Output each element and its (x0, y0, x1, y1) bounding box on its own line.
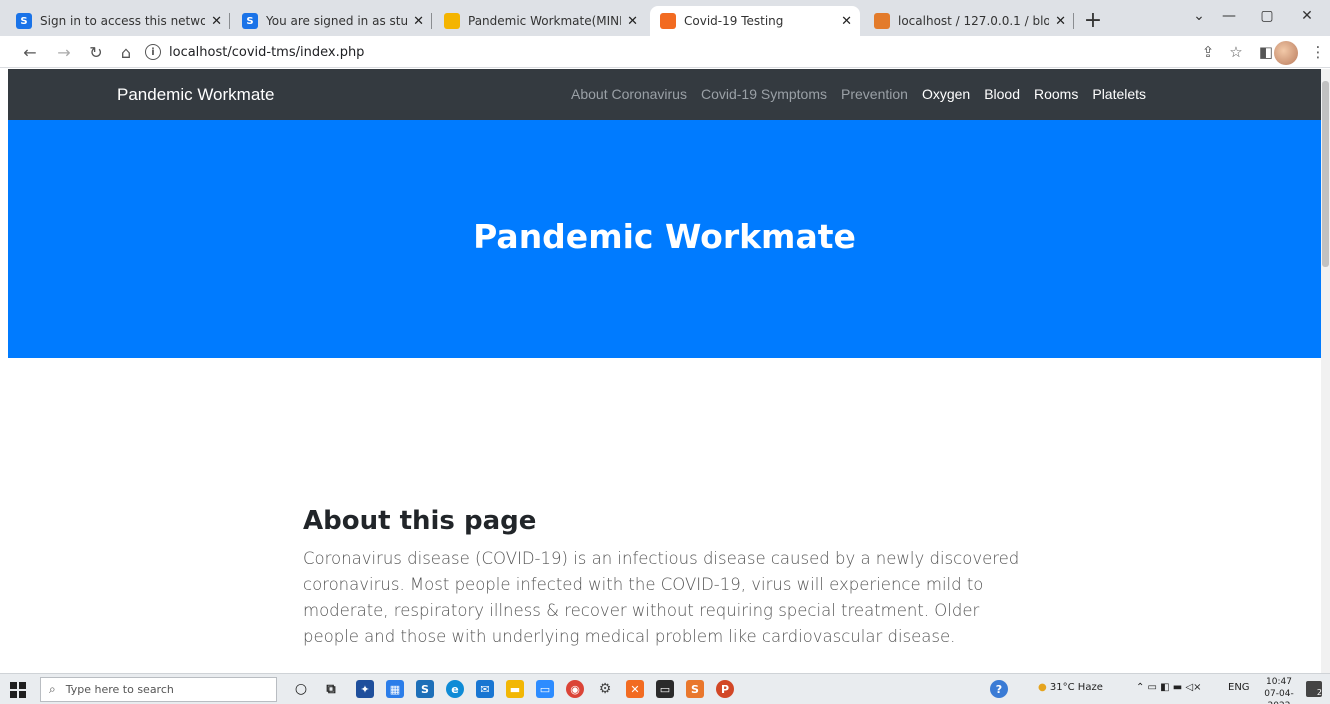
tab-favicon-icon: S (16, 13, 32, 29)
tab-title: You are signed in as student (266, 14, 408, 28)
tab-title: Covid-19 Testing (684, 14, 784, 28)
close-icon[interactable]: ✕ (1055, 14, 1066, 29)
search-placeholder: Type here to search (65, 683, 174, 696)
edge-icon[interactable]: e (446, 680, 464, 698)
weather-widget[interactable]: ● 31°C Haze (1038, 682, 1103, 693)
back-icon[interactable]: ← (18, 40, 42, 64)
slides-favicon-icon (444, 13, 460, 29)
notification-center-icon[interactable]: 2 (1306, 681, 1322, 697)
tab-title: Sign in to access this netwo (40, 14, 206, 28)
app-icon[interactable]: S (416, 680, 434, 698)
nav-link-covid-symptoms[interactable]: Covid-19 Symptoms (701, 86, 827, 102)
task-view-icon[interactable]: ⧉ (322, 680, 340, 698)
browser-tab[interactable]: S Sign in to access this netwo ✕ (6, 6, 230, 36)
clock-time: 10:47 (1266, 677, 1292, 687)
home-icon[interactable]: ⌂ (114, 40, 138, 64)
powerpoint-icon[interactable]: P (716, 680, 734, 698)
bookmark-star-icon[interactable]: ☆ (1224, 40, 1248, 64)
close-icon[interactable]: ✕ (627, 14, 638, 29)
tab-title: Pandemic Workmate(MINI P (468, 14, 622, 28)
windows-taskbar: ⌕ Type here to search ○ ⧉ ✦ ▦ S e ✉ ▬ ▭ … (0, 673, 1330, 704)
nav-link-blood[interactable]: Blood (984, 86, 1020, 102)
mail-icon[interactable]: ✉ (476, 680, 494, 698)
sublime-icon[interactable]: S (686, 680, 704, 698)
navbar-brand[interactable]: Pandemic Workmate (117, 85, 274, 105)
browser-toolbar: ← → ↻ ⌂ i localhost/covid-tms/index.php … (0, 36, 1330, 68)
tab-favicon-icon: S (242, 13, 258, 29)
page-viewport: Pandemic Workmate About Coronavirus Covi… (0, 69, 1330, 673)
nav-link-oxygen[interactable]: Oxygen (922, 86, 970, 102)
notification-count: 2 (1316, 688, 1322, 697)
about-paragraph: Coronavirus disease (COVID-19) is an inf… (303, 549, 1020, 646)
weather-text: 31°C Haze (1049, 682, 1103, 693)
hero-title: Pandemic Workmate (473, 217, 856, 256)
kebab-menu-icon[interactable]: ⋮ (1306, 40, 1330, 64)
language-indicator[interactable]: ENG (1228, 682, 1250, 693)
tab-title: localhost / 127.0.0.1 / blood (898, 14, 1050, 28)
zoom-icon[interactable]: ▭ (536, 680, 554, 698)
address-bar[interactable]: i localhost/covid-tms/index.php (145, 39, 1255, 65)
windows-start-icon[interactable] (10, 682, 26, 698)
tray-icons[interactable]: ⌃ ▭ ◧ ▬ ◁× (1136, 682, 1202, 693)
clock-date: 07-04-2022 (1264, 689, 1294, 704)
browser-tab[interactable]: S You are signed in as student ✕ (232, 6, 432, 36)
browser-tab-active[interactable]: Covid-19 Testing ✕ (650, 6, 860, 36)
close-icon[interactable]: ✕ (211, 14, 222, 29)
forward-icon[interactable]: → (52, 40, 76, 64)
nav-link-platelets[interactable]: Platelets (1092, 86, 1146, 102)
share-icon[interactable]: ⇪ (1196, 40, 1220, 64)
search-icon: ⌕ (49, 682, 56, 696)
site-info-icon[interactable]: i (145, 44, 161, 60)
chrome-icon[interactable]: ◉ (566, 680, 584, 698)
close-icon[interactable]: ✕ (841, 14, 852, 29)
settings-gear-icon[interactable]: ⚙ (596, 680, 614, 698)
xampp-icon[interactable]: ✕ (626, 680, 644, 698)
nav-link-prevention[interactable]: Prevention (841, 86, 908, 102)
window-close-icon[interactable]: ✕ (1284, 0, 1330, 32)
about-section: About this page Coronavirus disease (COV… (303, 506, 1023, 650)
reload-icon[interactable]: ↻ (84, 40, 108, 64)
cortana-icon[interactable]: ○ (292, 680, 310, 698)
hero-banner: Pandemic Workmate (8, 120, 1321, 358)
browser-tab-strip: S Sign in to access this netwo ✕ S You a… (0, 0, 1330, 36)
new-tab-icon[interactable]: + (1080, 8, 1106, 33)
url-text: localhost/covid-tms/index.php (169, 44, 365, 60)
dropbox-icon[interactable]: ✦ (356, 680, 374, 698)
close-icon[interactable]: ✕ (413, 14, 424, 29)
taskbar-search-box[interactable]: ⌕ Type here to search (40, 677, 277, 702)
navbar-links: About Coronavirus Covid-19 Symptoms Prev… (571, 86, 1160, 102)
xampp-favicon-icon (660, 13, 676, 29)
taskbar-clock[interactable]: 10:47 07-04-2022 (1256, 676, 1302, 704)
nav-link-rooms[interactable]: Rooms (1034, 86, 1078, 102)
about-heading: About this page (303, 506, 537, 536)
file-explorer-icon[interactable]: ▬ (506, 680, 524, 698)
site-navbar: Pandemic Workmate About Coronavirus Covi… (8, 69, 1321, 120)
terminal-icon[interactable]: ▭ (656, 680, 674, 698)
browser-tab[interactable]: localhost / 127.0.0.1 / blood ✕ (864, 6, 1074, 36)
page-scrollbar[interactable] (1321, 69, 1330, 673)
profile-avatar[interactable] (1274, 41, 1298, 65)
browser-tab[interactable]: Pandemic Workmate(MINI P ✕ (434, 6, 646, 36)
tray-app-icon[interactable]: ? (990, 680, 1008, 698)
scrollbar-thumb[interactable] (1322, 81, 1329, 267)
store-icon[interactable]: ▦ (386, 680, 404, 698)
nav-link-about-coronavirus[interactable]: About Coronavirus (571, 86, 687, 102)
phpmyadmin-favicon-icon (874, 13, 890, 29)
